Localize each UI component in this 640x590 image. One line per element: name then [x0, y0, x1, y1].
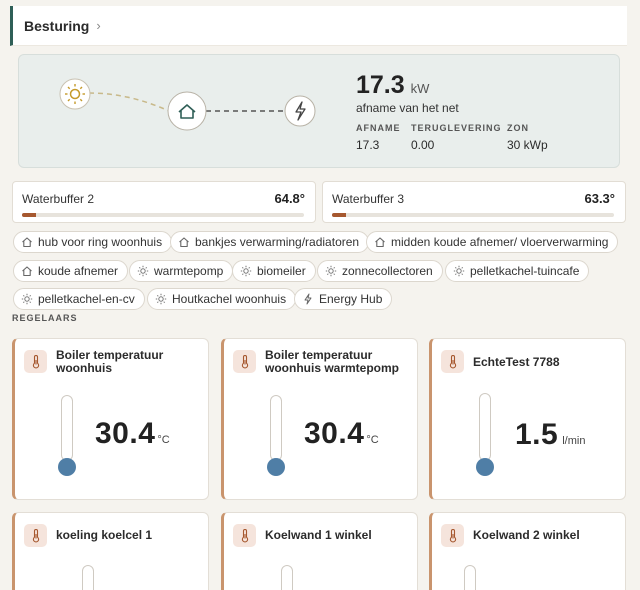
- power-reading: 17.3 kW: [356, 71, 429, 100]
- stat-zon: ZON 30 kWp: [507, 123, 548, 152]
- chip-label: midden koude afnemer/ vloerverwarming: [391, 235, 609, 249]
- card-unit: l/min: [562, 435, 586, 447]
- stat-value: 0.00: [411, 138, 435, 152]
- buffer-level-bar: [332, 213, 614, 217]
- card-title: koeling koelcel 1: [56, 528, 153, 542]
- sun-icon: [59, 78, 91, 110]
- home-icon: [21, 265, 33, 277]
- thermometer-icon: [233, 350, 256, 373]
- stat-label: TERUGLEVERING: [411, 123, 502, 133]
- chip-label: warmtepomp: [154, 264, 224, 278]
- card-koeling-koelcel-1[interactable]: koeling koelcel 1: [12, 512, 209, 590]
- chevron-right-icon[interactable]: ›: [96, 18, 100, 33]
- thermometer-icon: [233, 524, 256, 547]
- sun-icon: [453, 265, 465, 277]
- chip-bankjes-verwarming[interactable]: bankjes verwarming/radiatoren: [170, 231, 370, 253]
- chip-label: pelletkachel-en-cv: [38, 292, 135, 306]
- waterbuffer-2-card[interactable]: Waterbuffer 2 64.8°: [12, 181, 316, 223]
- chip-houtkachel-woonhuis[interactable]: Houtkachel woonhuis: [147, 288, 297, 310]
- home-icon: [21, 236, 33, 248]
- chip-label: Energy Hub: [319, 292, 383, 306]
- card-value: 1.5: [515, 418, 559, 451]
- card-title: EchteTest 7788: [473, 355, 560, 369]
- card-boiler-temperatuur-woonhuis[interactable]: Boiler temperatuur woonhuis 30.4 °C: [12, 338, 209, 500]
- home-icon: [178, 236, 190, 248]
- card-unit: °C: [157, 434, 170, 446]
- buffer-level-bar: [22, 213, 304, 217]
- card-boiler-temperatuur-warmtepomp[interactable]: Boiler temperatuur woonhuis warmtepomp 3…: [221, 338, 418, 500]
- sun-icon: [21, 293, 33, 305]
- card-unit: °C: [366, 434, 379, 446]
- chip-label: bankjes verwarming/radiatoren: [195, 235, 360, 249]
- power-subtitle: afname van het net: [356, 101, 459, 115]
- power-value: 17.3: [356, 71, 405, 99]
- section-label-regelaars: REGELAARS: [12, 313, 78, 323]
- stat-label: ZON: [507, 123, 529, 133]
- sun-icon: [240, 265, 252, 277]
- page-header[interactable]: Besturing ›: [10, 6, 627, 46]
- chip-label: zonnecollectoren: [342, 264, 433, 278]
- power-unit: kW: [410, 81, 430, 96]
- chip-label: hub voor ring woonhuis: [38, 235, 163, 249]
- card-value: 30.4: [95, 417, 156, 450]
- buffer-value: 63.3°: [584, 191, 615, 206]
- card-koelwand-1-winkel[interactable]: Koelwand 1 winkel: [221, 512, 418, 590]
- page-title: Besturing: [24, 17, 90, 34]
- sun-icon: [137, 265, 149, 277]
- sun-to-home-line: [88, 92, 170, 112]
- buffer-level-fill: [22, 213, 37, 217]
- card-title: Boiler temperatuur woonhuis warmtepomp: [265, 348, 400, 375]
- thermometer-icon: [441, 524, 464, 547]
- stat-value: 30 kWp: [507, 138, 548, 152]
- home-icon: [167, 91, 207, 131]
- card-koelwand-2-winkel[interactable]: Koelwand 2 winkel: [429, 512, 626, 590]
- buffer-level-fill: [332, 213, 347, 217]
- chip-label: biomeiler: [257, 264, 306, 278]
- chip-zonnecollectoren[interactable]: zonnecollectoren: [317, 260, 443, 282]
- card-reading: 30.4 °C: [95, 417, 170, 451]
- chip-warmtepomp[interactable]: warmtepomp: [129, 260, 234, 282]
- chip-hub-voor-ring-woonhuis[interactable]: hub voor ring woonhuis: [13, 231, 173, 253]
- chip-biomeiler[interactable]: biomeiler: [232, 260, 316, 282]
- home-icon: [374, 236, 386, 248]
- energy-flow-panel: 17.3 kW afname van het net AFNAME 17.3 T…: [18, 54, 620, 168]
- sun-icon: [325, 265, 337, 277]
- chip-label: Houtkachel woonhuis: [172, 292, 287, 306]
- stat-label: AFNAME: [356, 123, 401, 133]
- buffer-value: 64.8°: [274, 191, 305, 206]
- chip-label: koude afnemer: [38, 264, 119, 278]
- card-reading: 30.4 °C: [304, 417, 379, 451]
- lightning-icon: [284, 95, 316, 127]
- chip-midden-koude-afnemer[interactable]: midden koude afnemer/ vloerverwarming: [366, 231, 619, 253]
- card-echtetest-7788[interactable]: EchteTest 7788 1.5 l/min: [429, 338, 626, 500]
- waterbuffer-3-card[interactable]: Waterbuffer 3 63.3°: [322, 181, 626, 223]
- chip-koude-afnemer[interactable]: koude afnemer: [13, 260, 129, 282]
- chip-pelletkachel-tuincafe[interactable]: pelletkachel-tuincafe: [445, 260, 590, 282]
- chip-energy-hub[interactable]: Energy Hub: [294, 288, 393, 310]
- card-title: Koelwand 2 winkel: [473, 528, 580, 542]
- stat-afname: AFNAME 17.3: [356, 123, 401, 152]
- card-value: 30.4: [304, 417, 365, 450]
- chip-label: pelletkachel-tuincafe: [470, 264, 580, 278]
- stat-value: 17.3: [356, 138, 380, 152]
- thermometer-icon: [441, 350, 464, 373]
- chip-pelletkachel-en-cv[interactable]: pelletkachel-en-cv: [13, 288, 145, 310]
- card-reading: 1.5 l/min: [515, 418, 585, 452]
- card-title: Koelwand 1 winkel: [265, 528, 372, 542]
- buffer-name: Waterbuffer 3: [332, 192, 405, 206]
- buffer-name: Waterbuffer 2: [22, 192, 95, 206]
- thermometer-icon: [24, 524, 47, 547]
- card-title: Boiler temperatuur woonhuis: [56, 348, 164, 375]
- stat-teruglevering: TERUGLEVERING 0.00: [411, 123, 502, 152]
- lightning-icon: [302, 293, 314, 305]
- sun-icon: [155, 293, 167, 305]
- thermometer-icon: [24, 350, 47, 373]
